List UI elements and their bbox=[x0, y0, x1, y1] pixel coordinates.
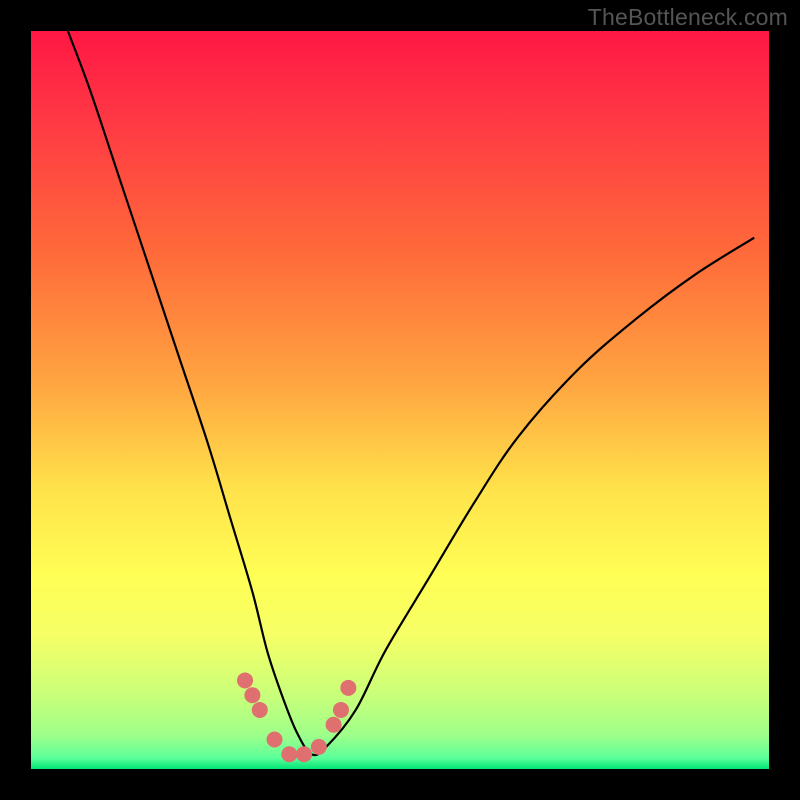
marker-point bbox=[340, 680, 356, 696]
marker-point bbox=[237, 672, 253, 688]
marker-point bbox=[281, 746, 297, 762]
marker-point bbox=[296, 746, 312, 762]
chart-svg bbox=[31, 31, 769, 769]
chart-frame: TheBottleneck.com bbox=[0, 0, 800, 800]
watermark-text: TheBottleneck.com bbox=[588, 4, 788, 31]
marker-point bbox=[311, 739, 327, 755]
plot-area bbox=[31, 31, 769, 769]
marker-point bbox=[244, 687, 260, 703]
marker-point bbox=[252, 702, 268, 718]
marker-point bbox=[333, 702, 349, 718]
marker-point bbox=[267, 731, 283, 747]
gradient-background bbox=[31, 31, 769, 769]
marker-point bbox=[326, 717, 342, 733]
